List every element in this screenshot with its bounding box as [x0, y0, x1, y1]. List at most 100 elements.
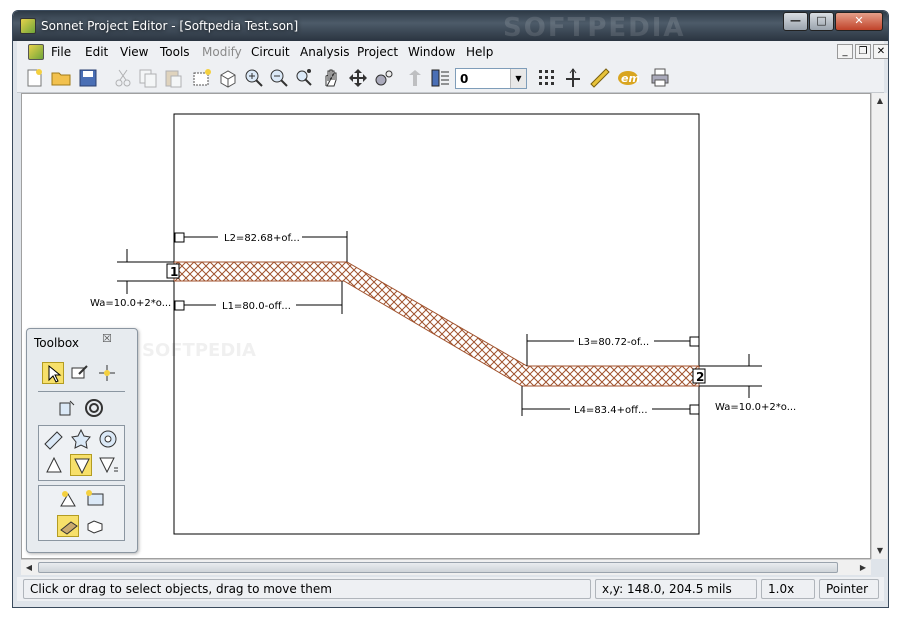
reshape-icon[interactable] [373, 67, 395, 89]
menu-file[interactable]: File [51, 45, 71, 59]
maximize-icon: □ [816, 14, 827, 27]
status-message: Click or drag to select objects, drag to… [23, 579, 591, 599]
circle-polygon-tool-icon[interactable] [97, 428, 119, 450]
status-bar: Click or drag to select objects, drag to… [17, 577, 884, 601]
status-zoom: 1.0x [761, 579, 815, 599]
paste-icon[interactable] [162, 67, 184, 89]
window-title: Sonnet Project Editor - [Softpedia Test.… [41, 19, 299, 33]
l3-label[interactable]: L3=80.72-of... [578, 337, 649, 348]
zoom-fit-icon[interactable] [293, 67, 315, 89]
toolbox-polygon-group [38, 425, 125, 481]
origin-marker [173, 522, 188, 535]
scroll-right-icon[interactable]: ▶ [855, 560, 871, 576]
layout-canvas[interactable]: 1 2 L2=82.68+of... L1=80.0-off... L3=80.… [21, 93, 871, 559]
canvas-watermark: SOFTPEDIA [142, 340, 256, 361]
menu-project[interactable]: Project [357, 45, 398, 59]
scroll-left-icon[interactable]: ◀ [21, 560, 37, 576]
up-level-icon[interactable] [404, 67, 426, 89]
box-3d-tool-icon[interactable] [84, 515, 106, 537]
zoom-in-icon[interactable] [243, 67, 265, 89]
triangle-reflect-tool-icon[interactable] [97, 454, 119, 476]
close-button[interactable]: ✕ [835, 12, 883, 31]
em-icon[interactable]: em [617, 67, 640, 89]
maximize-button[interactable]: □ [809, 12, 834, 31]
ruler-icon[interactable] [589, 67, 611, 89]
new-icon[interactable] [23, 67, 45, 89]
l2-label[interactable]: L2=82.68+of... [224, 233, 300, 244]
softpedia-watermark: SOFTPEDIA [503, 13, 686, 43]
snap-icon[interactable] [562, 67, 584, 89]
copy-icon[interactable] [137, 67, 159, 89]
via-tool-icon[interactable] [83, 397, 105, 419]
zoom-out-icon[interactable] [268, 67, 290, 89]
star-polygon-tool-icon[interactable] [70, 428, 92, 450]
menu-edit[interactable]: Edit [85, 45, 108, 59]
title-bar[interactable]: Sonnet Project Editor - [Softpedia Test.… [13, 11, 888, 43]
menu-help[interactable]: Help [466, 45, 493, 59]
l2-handle[interactable] [174, 232, 185, 243]
move-icon[interactable] [347, 67, 369, 89]
microstrip-trace[interactable] [173, 261, 700, 387]
vertical-scrollbar[interactable]: ▲ ▼ [871, 93, 887, 559]
mdi-restore-button[interactable]: ❐ [855, 44, 871, 59]
toolbox-box-group [38, 485, 125, 541]
wa-right-label[interactable]: Wa=10.0+2*o... [715, 402, 796, 413]
level-combo[interactable]: 0 ▼ [455, 68, 527, 89]
l1-handle[interactable] [174, 300, 185, 311]
toolbox-close-icon[interactable]: ☒ [102, 332, 116, 345]
level-value: 0 [460, 72, 469, 86]
menu-view[interactable]: View [120, 45, 148, 59]
l4-handle[interactable] [689, 404, 700, 415]
metal-fill-tool-icon[interactable] [57, 515, 79, 537]
save-icon[interactable] [77, 67, 99, 89]
menu-window[interactable]: Window [408, 45, 455, 59]
open-icon[interactable] [50, 67, 72, 89]
port-2-label: 2 [696, 370, 704, 384]
toolbox-divider [38, 391, 125, 392]
toolbox-title: Toolbox [34, 336, 79, 350]
app-window: Sonnet Project Editor - [Softpedia Test.… [12, 10, 889, 608]
select-box-icon[interactable] [191, 67, 213, 89]
port-1-label: 1 [170, 265, 178, 279]
minimize-button[interactable]: — [783, 12, 808, 31]
add-point-tool-icon[interactable] [96, 362, 118, 384]
print-icon[interactable] [649, 67, 671, 89]
pointer-tool-icon[interactable] [42, 362, 64, 384]
dielectric-brick-tool-icon[interactable] [57, 488, 79, 510]
grid-icon[interactable] [536, 67, 558, 89]
mdi-minimize-button[interactable]: _ [837, 44, 853, 59]
document-icon[interactable] [28, 44, 44, 60]
sonnet-app-icon [20, 18, 36, 34]
menu-tools[interactable]: Tools [160, 45, 190, 59]
rectangle-tool-icon[interactable] [84, 488, 106, 510]
triangle-down-tool-icon[interactable] [70, 454, 92, 476]
chevron-down-icon[interactable]: ▼ [510, 69, 526, 88]
l1-label[interactable]: L1=80.0-off... [222, 301, 291, 312]
toolbox-panel[interactable]: Toolbox ☒ [26, 328, 138, 553]
diagonal-polygon-tool-icon[interactable] [43, 428, 65, 450]
triangle-up-tool-icon[interactable] [43, 454, 65, 476]
menu-analysis[interactable]: Analysis [300, 45, 349, 59]
mdi-close-button[interactable]: ✕ [873, 44, 888, 59]
status-mode: Pointer [819, 579, 879, 599]
minimize-icon: — [790, 14, 801, 27]
scroll-up-icon[interactable]: ▲ [872, 93, 888, 109]
view-3d-icon[interactable] [217, 67, 239, 89]
wa-left-label[interactable]: Wa=10.0+2*o... [90, 298, 171, 309]
circuit-layout[interactable]: 1 2 L2=82.68+of... L1=80.0-off... L3=80.… [22, 94, 872, 560]
edit-tool-icon[interactable] [69, 362, 91, 384]
pan-hand-icon[interactable] [320, 67, 342, 89]
menu-bar: File Edit View Tools Modify Circuit Anal… [17, 41, 888, 63]
down-level-icon[interactable] [429, 67, 451, 89]
horizontal-scroll-thumb[interactable] [38, 562, 838, 573]
main-toolbar: 0 ▼ em [17, 63, 884, 93]
l4-label[interactable]: L4=83.4+off... [574, 405, 648, 416]
menu-modify[interactable]: Modify [202, 45, 242, 59]
horizontal-scrollbar[interactable]: ◀ ▶ [21, 559, 871, 575]
status-coordinates: x,y: 148.0, 204.5 mils [595, 579, 757, 599]
port-tool-icon[interactable] [56, 397, 78, 419]
menu-circuit[interactable]: Circuit [251, 45, 290, 59]
cut-icon[interactable] [112, 67, 134, 89]
l3-handle[interactable] [689, 336, 700, 347]
scroll-down-icon[interactable]: ▼ [872, 543, 888, 559]
